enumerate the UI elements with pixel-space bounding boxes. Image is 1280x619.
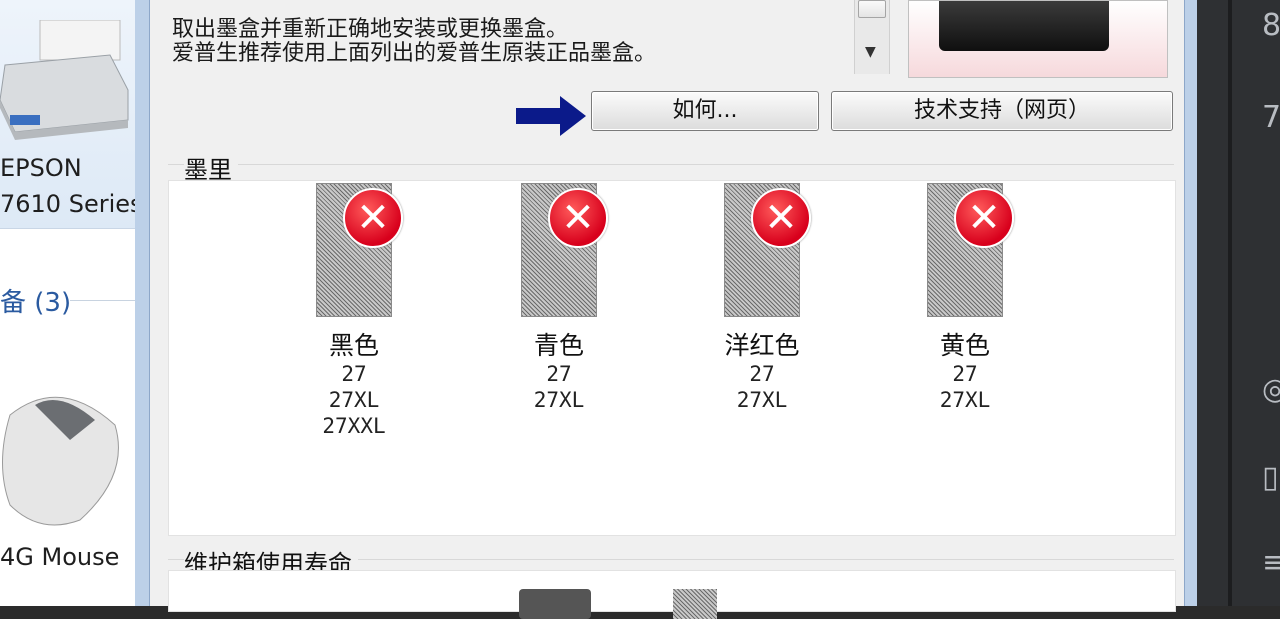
ink-cartridge-magenta: ✕ 洋红色 27 27XL (702, 183, 822, 413)
toolbar-glyph-3: ◎ (1262, 372, 1280, 407)
toolbar-glyph-1: 8 (1262, 8, 1280, 43)
cartridge-code: 27XL (939, 388, 991, 412)
how-to-button[interactable]: 如何... (591, 91, 819, 131)
printer-status-dialog: 取出墨盒并重新正确地安装或更换墨盒。 爱普生推荐使用上面列出的爱普生原装正品墨盒… (135, 0, 1197, 619)
cartridge-level-bar: ✕ (927, 183, 1014, 317)
message-scrollbar[interactable]: ▼ (854, 0, 890, 74)
ink-levels-panel: ✕ 黑色 27 27XL 27XXL ✕ 青色 27 27XL ✕ 洋红色 27… (168, 180, 1176, 536)
section-divider (70, 300, 135, 301)
error-x-icon: ✕ (343, 188, 403, 248)
scroll-down-icon[interactable]: ▼ (865, 44, 876, 60)
tech-support-button[interactable]: 技术支持（网页） (831, 91, 1173, 131)
cartridge-color-name: 青色 (533, 331, 584, 360)
maintenance-level-bar (673, 589, 717, 619)
error-x-icon: ✕ (751, 188, 811, 248)
toolbar-glyph-4: ▯ (1262, 460, 1279, 495)
printer-name-line1: EPSON (0, 154, 82, 182)
cartridge-code: 27XL (533, 388, 585, 412)
toolbar-glyph-5: ≡ (1262, 545, 1280, 580)
error-message: 取出墨盒并重新正确地安装或更换墨盒。 爱普生推荐使用上面列出的爱普生原装正品墨盒… (172, 18, 656, 66)
ink-cartridge-cyan: ✕ 青色 27 27XL (499, 183, 619, 413)
cartridge-color-name: 洋红色 (724, 331, 800, 360)
ink-cartridge-black: ✕ 黑色 27 27XL 27XXL (294, 183, 414, 439)
cartridge-level-bar: ✕ (316, 183, 403, 317)
error-x-icon: ✕ (954, 188, 1014, 248)
cartridge-code: 27 (749, 362, 775, 386)
message-line-2: 爱普生推荐使用上面列出的爱普生原装正品墨盒。 (172, 41, 657, 66)
printer-preview-icon (939, 1, 1109, 51)
pointer-arrow-icon (516, 96, 586, 136)
mouse-device-label: 4G Mouse (0, 543, 120, 571)
cartridge-code: 27XXL (322, 414, 386, 438)
ink-group-rule (168, 164, 1174, 165)
cartridge-level-bar: ✕ (724, 183, 811, 317)
cartridge-code: 27XL (736, 388, 788, 412)
cartridge-code: 27XL (328, 388, 380, 412)
cartridge-code: 27 (546, 362, 572, 386)
dialog-content: 取出墨盒并重新正确地安装或更换墨盒。 爱普生推荐使用上面列出的爱普生原装正品墨盒… (149, 0, 1185, 619)
printer-name-line2: 7610 Series (0, 190, 143, 218)
toolbar-divider (1228, 0, 1232, 606)
cartridge-level-bar: ✕ (521, 183, 608, 317)
toolbar-glyph-2: 7 (1262, 100, 1280, 135)
cartridge-color-name: 黄色 (939, 331, 990, 360)
right-side-toolbar (1197, 0, 1280, 606)
maintenance-box-icon (519, 589, 591, 619)
printer-device-tile[interactable]: EPSON 7610 Series (0, 0, 143, 229)
devices-section-label: 备 (3) (0, 288, 72, 318)
cartridge-code: 27 (952, 362, 978, 386)
cartridge-color-name: 黑色 (328, 331, 379, 360)
printer-icon (0, 20, 129, 140)
scrollbar-thumb[interactable] (858, 0, 886, 18)
printer-preview-image (908, 0, 1168, 78)
cartridge-code: 27 (341, 362, 367, 386)
ink-cartridge-yellow: ✕ 黄色 27 27XL (905, 183, 1025, 413)
devices-panel: EPSON 7610 Series 备 (3) 4G Mouse (0, 0, 143, 606)
message-line-1: 取出墨盒并重新正确地安装或更换墨盒。 (172, 17, 569, 42)
mouse-icon[interactable] (0, 385, 125, 535)
error-x-icon: ✕ (548, 188, 608, 248)
